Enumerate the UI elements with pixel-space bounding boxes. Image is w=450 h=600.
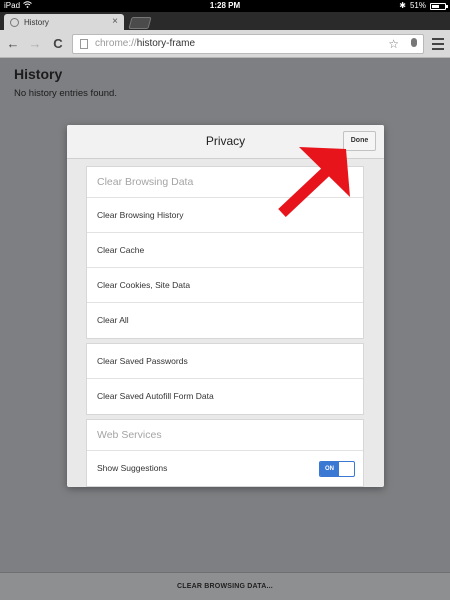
ios-status-bar: iPad 1:28 PM ✱ 51% — [0, 0, 450, 12]
web-services-section: Web Services Show Suggestions ON — [86, 419, 364, 487]
address-bar[interactable]: chrome://history-frame ☆ — [72, 34, 424, 54]
menu-icon[interactable] — [432, 38, 444, 50]
tab-strip: History × — [0, 12, 450, 30]
url-scheme: chrome:// — [95, 38, 137, 49]
page-icon — [80, 39, 88, 49]
microphone-icon[interactable] — [411, 38, 417, 47]
done-button[interactable]: Done — [343, 131, 376, 151]
battery-fill — [432, 4, 440, 8]
show-suggestions-row: Show Suggestions ON — [87, 451, 363, 486]
bluetooth-icon: ✱ — [399, 1, 406, 10]
browser-toolbar: ← → C chrome://history-frame ☆ — [0, 30, 450, 58]
forward-icon[interactable]: → — [27, 36, 43, 52]
tab-title: History — [24, 17, 49, 27]
clear-browsing-data-section: Clear Browsing Data Clear Browsing Histo… — [86, 166, 364, 339]
tab-history[interactable]: History × — [4, 14, 124, 30]
clear-cache-button[interactable]: Clear Cache — [87, 233, 363, 268]
clear-cookies-button[interactable]: Clear Cookies, Site Data — [87, 268, 363, 303]
battery-percent: 51% — [409, 1, 426, 10]
section-header: Clear Browsing Data — [87, 167, 363, 198]
reload-icon[interactable]: C — [50, 36, 66, 52]
section-header: Web Services — [87, 420, 363, 451]
dialog-title: Privacy — [205, 134, 246, 148]
clear-saved-passwords-button[interactable]: Clear Saved Passwords — [87, 344, 363, 379]
show-suggestions-label: Show Suggestions — [97, 463, 168, 473]
clear-browsing-history-button[interactable]: Clear Browsing History — [87, 198, 363, 233]
new-tab-button[interactable] — [128, 17, 152, 29]
clock: 1:28 PM — [209, 1, 241, 10]
globe-icon — [10, 17, 19, 27]
show-suggestions-toggle[interactable]: ON — [319, 461, 355, 477]
status-right: ✱ 51% — [399, 0, 448, 12]
url-path: history-frame — [136, 38, 196, 49]
privacy-dialog: Privacy Done Clear Browsing Data Clear B… — [67, 125, 384, 487]
toggle-on-label: ON — [320, 462, 339, 476]
close-tab-icon[interactable]: × — [112, 17, 118, 27]
dialog-header: Privacy Done — [67, 125, 384, 159]
clear-all-button[interactable]: Clear All — [87, 303, 363, 338]
clear-browsing-data-bar[interactable]: CLEAR BROWSING DATA... — [0, 572, 450, 600]
bookmark-star-icon[interactable]: ☆ — [388, 35, 399, 53]
empty-history-message: No history entries found. — [14, 88, 117, 99]
page-title: History — [14, 66, 63, 82]
back-icon[interactable]: ← — [5, 36, 21, 52]
battery-icon — [430, 2, 448, 10]
clear-autofill-data-button[interactable]: Clear Saved Autofill Form Data — [87, 379, 363, 414]
saved-data-section: Clear Saved Passwords Clear Saved Autofi… — [86, 343, 364, 415]
